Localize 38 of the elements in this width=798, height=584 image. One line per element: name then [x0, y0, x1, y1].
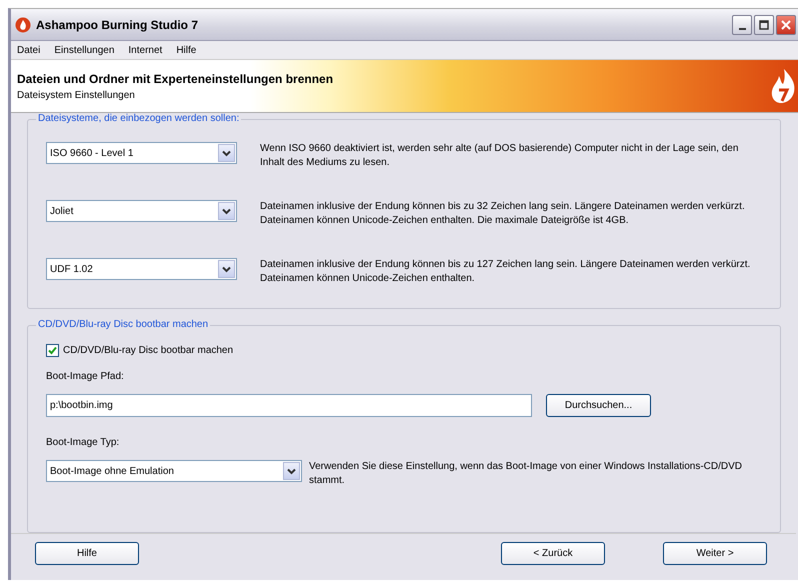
back-button[interactable]: < Zurück: [501, 542, 605, 564]
dropdown[interactable]: Boot-Image ohne Emulation: [46, 460, 302, 482]
flame-icon: [770, 68, 796, 104]
description-text: Dateinamen inklusive der Endung können bis zu 127 Zeichen lang sein. Längere Dateinamen werden verkürzt. Dateinamen können Unicode-Zeichen enthalten.: [260, 258, 752, 286]
caret-icon: [283, 462, 300, 480]
menu-item[interactable]: Einstellungen: [52, 44, 116, 56]
description-text: Dateinamen inklusive der Endung können bis zu 32 Zeichen lang sein. Längere Dateinamen werden verkürzt. Dateinamen können Unicode-Zeichen enthalten. Die maximale Dateigröße ist 4GB.: [260, 200, 746, 228]
menu-item[interactable]: Internet: [126, 44, 164, 56]
menu-item[interactable]: Hilfe: [174, 44, 198, 56]
minimize-icon: [738, 28, 746, 30]
description-text: Wenn ISO 9660 deaktiviert ist, werden sehr alte (auf DOS basierende) Computer nicht in der Lage sein, den Inhalt des Mediums zu lesen.: [260, 142, 740, 170]
page-title: Dateien und Ordner mit Experteneinstellungen brennen: [17, 72, 334, 86]
group-title: Dateisysteme, die einbezogen werden sollen:: [36, 113, 242, 124]
dropdown[interactable]: Joliet: [46, 200, 237, 222]
field-label: Boot-Image Typ:: [46, 437, 120, 448]
browse-button[interactable]: Durchsuchen...: [546, 394, 651, 417]
window-title: Ashampoo Burning Studio 7: [36, 18, 199, 32]
flame-icon: [15, 16, 31, 32]
checkbox[interactable]: [46, 344, 59, 357]
dropdown[interactable]: ISO 9660 - Level 1: [46, 142, 237, 164]
group-title: CD/DVD/Blu-ray Disc bootbar machen: [36, 319, 210, 330]
dropdown[interactable]: UDF 1.02: [46, 258, 237, 280]
input-field[interactable]: p:\bootbin.img: [46, 394, 532, 417]
field-label: Boot-Image Pfad:: [46, 371, 125, 382]
help-button[interactable]: Hilfe: [35, 542, 139, 564]
checkbox-label: CD/DVD/Blu-ray Disc bootbar machen: [63, 345, 234, 356]
description-text: Verwenden Sie diese Einstellung, wenn das Boot-Image von einer Windows Installations-CD/DVD stammt.: [309, 460, 744, 488]
next-button[interactable]: Weiter >: [663, 542, 767, 564]
caret-icon: [218, 144, 235, 162]
minimize-button[interactable]: [732, 14, 752, 34]
close-icon: [781, 20, 791, 30]
maximize-button[interactable]: [754, 14, 774, 34]
maximize-icon: [759, 20, 769, 30]
caret-icon: [218, 260, 235, 278]
page-subtitle: Dateisystem Einstellungen: [17, 90, 136, 100]
close-button[interactable]: [776, 14, 796, 34]
caret-icon: [218, 202, 235, 220]
menu-item[interactable]: Datei: [15, 44, 42, 56]
